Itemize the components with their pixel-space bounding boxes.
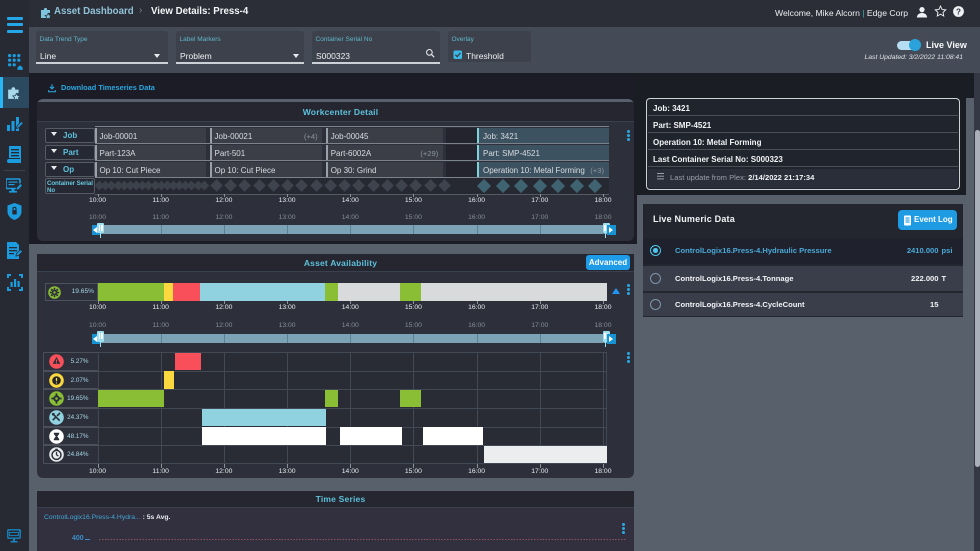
svg-text:?: ?: [956, 7, 961, 16]
